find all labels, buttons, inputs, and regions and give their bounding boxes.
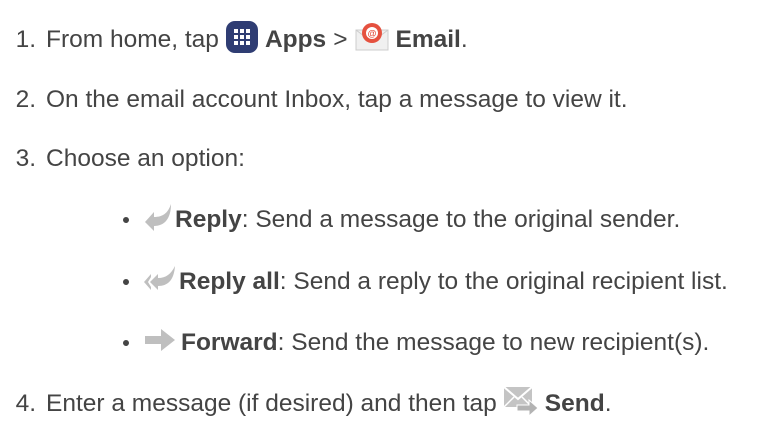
step-suffix: .	[604, 390, 612, 417]
step-suffix: .	[460, 26, 468, 53]
step-number: 4.	[15, 390, 36, 417]
step-number: 3.	[15, 145, 36, 172]
option-label: Reply all	[179, 268, 280, 295]
option-reply: Reply : Send a message to the original s…	[119, 200, 680, 240]
step-4: 4. Enter a message (if desired) and then…	[0, 384, 612, 424]
step-2: 2. On the email account Inbox, tap a mes…	[0, 80, 628, 120]
email-label: Email	[395, 26, 461, 53]
option-reply-all: Reply all : Send a reply to the original…	[119, 262, 728, 302]
apps-icon	[225, 20, 259, 61]
option-desc: : Send the message to new recipient(s).	[277, 329, 710, 356]
apps-label: Apps	[264, 26, 327, 53]
bullet	[123, 340, 129, 346]
bullet	[123, 217, 129, 223]
option-desc: : Send a reply to the original recipient…	[279, 268, 728, 295]
send-icon	[503, 385, 539, 424]
step-text: Choose an option:	[46, 145, 245, 172]
separator: >	[333, 26, 348, 53]
step-text: Enter a message (if desired) and then ta…	[46, 390, 497, 417]
option-label: Reply	[175, 206, 242, 233]
bullet	[123, 279, 129, 285]
svg-text:@: @	[367, 28, 376, 38]
option-desc: : Send a message to the original sender.	[241, 206, 681, 233]
step-number: 2.	[15, 86, 36, 113]
option-forward: Forward : Send the message to new recipi…	[119, 323, 709, 363]
reply-icon	[143, 202, 173, 239]
email-icon: @	[354, 20, 390, 61]
step-text: From home, tap	[46, 26, 219, 53]
step-number: 1.	[15, 26, 36, 53]
send-label: Send	[544, 390, 605, 417]
option-label: Forward	[181, 329, 278, 356]
step-1: 1. From home, tap Apps > @ Email .	[0, 20, 468, 60]
forward-icon	[143, 325, 177, 362]
reply-all-icon	[143, 264, 177, 301]
step-3: 3. Choose an option:	[0, 139, 245, 179]
step-text: On the email account Inbox, tap a messag…	[46, 86, 628, 113]
